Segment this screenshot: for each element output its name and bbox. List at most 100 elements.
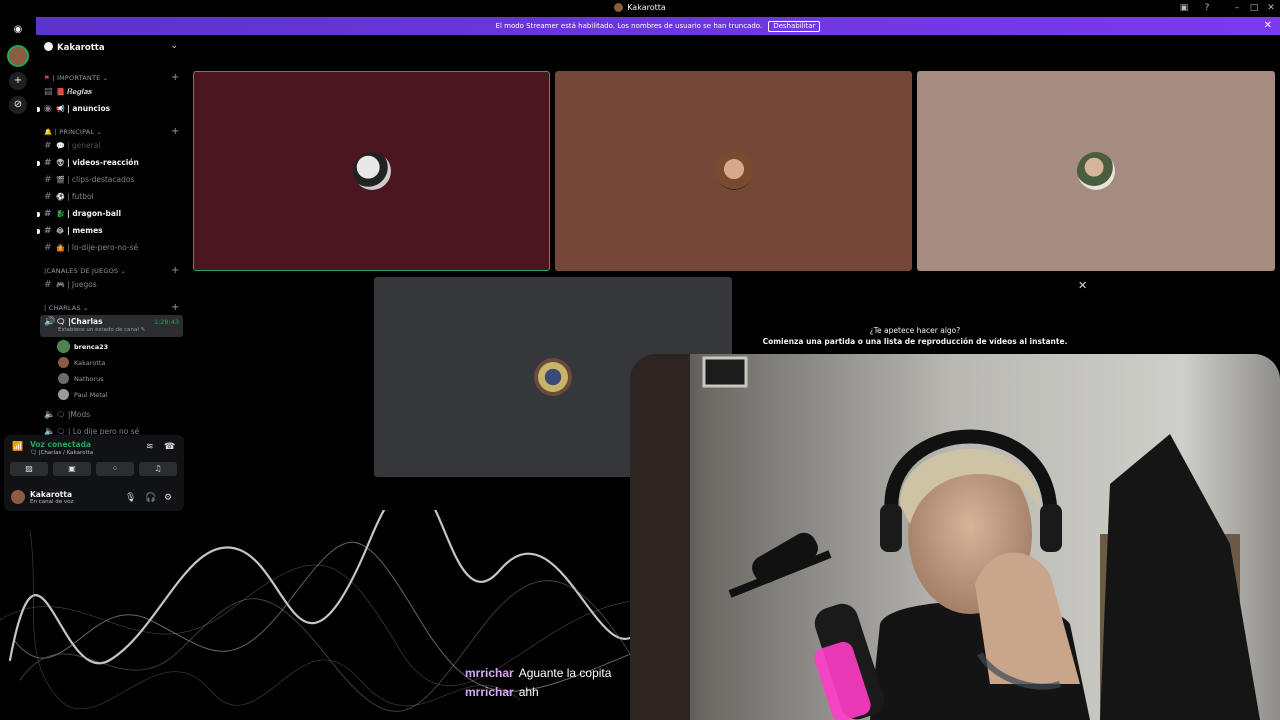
avatar [58, 341, 69, 352]
hash-icon: # [44, 175, 52, 185]
avatar [1077, 152, 1115, 190]
hash-icon: # [44, 209, 52, 219]
activities-button[interactable]: ⁘ [96, 462, 134, 476]
webcam-overlay [630, 354, 1280, 720]
close-window-icon[interactable]: ✕ [1264, 2, 1278, 15]
voice-channel-charlas[interactable]: 🔊🗨 |Charlas 1:28:43 Establece un estado … [40, 315, 183, 337]
voice-user[interactable]: Paul Metal [58, 388, 108, 402]
window-title-bar: Kakarotta ▣ ? – □ ✕ [0, 0, 1280, 17]
camera-off-button[interactable]: ▨ [10, 462, 48, 476]
minimize-icon[interactable]: – [1230, 2, 1244, 15]
avatar [58, 373, 69, 384]
voice-connection-panel: 📶 Voz conectada 🗨 |Charlas / Kakarotta ≋… [4, 435, 184, 511]
channel-memes[interactable]: # 😂 | memes [37, 224, 184, 238]
hash-icon: # [44, 192, 52, 202]
chevron-down-icon[interactable]: ⌄ [170, 41, 178, 51]
channel-juegos[interactable]: # 🎮 | Juegos [44, 278, 184, 292]
banner-text: El modo Streamer está habilitado. Los no… [495, 22, 763, 30]
noise-suppression-icon[interactable]: ≋ [146, 442, 154, 452]
chat-username: mrrichar [465, 666, 514, 680]
chat-message: mrrichar ahh [465, 683, 611, 702]
microphone-icon[interactable]: 🎙 [125, 493, 136, 503]
banner-close-icon[interactable]: ✕ [1264, 20, 1272, 31]
avatar [58, 389, 69, 400]
voice-status: Voz conectada [30, 440, 92, 449]
voice-timer: 1:28:43 [153, 318, 179, 326]
chat-username: mrrichar [465, 685, 514, 699]
channel-general[interactable]: # 💬 | general [44, 139, 184, 153]
voice-user[interactable]: Kakarotta [58, 356, 105, 370]
activity-title: ¿Te apetece hacer algo? [869, 326, 961, 335]
maximize-icon[interactable]: □ [1247, 2, 1261, 15]
hash-icon: # [44, 280, 52, 290]
video-tile[interactable] [193, 71, 550, 271]
channel-lo-dije[interactable]: # 🤷 | lo-dije-pero-no-sé [44, 241, 184, 255]
add-channel-icon[interactable]: + [171, 72, 180, 83]
discord-home-icon[interactable]: ◉ [9, 21, 27, 39]
channel-sidebar: Kakarotta ⌄ ⚑ | IMPORTANTE ⌄ + ▤ 📕 𝑹𝒆𝒈𝒍𝒂𝒔 ◉… [36, 35, 188, 435]
hash-icon: # [44, 243, 52, 253]
settings-gear-icon[interactable]: ⚙ [164, 493, 172, 503]
chat-text: ahh [518, 685, 539, 699]
channel-status[interactable]: Establece un estado de canal ✎ [58, 326, 145, 334]
category-principal[interactable]: 🔔 | PRINCIPAL ⌄ + [44, 126, 179, 137]
server-header[interactable]: Kakarotta [44, 42, 105, 53]
discover-icon[interactable]: ⊘ [9, 96, 27, 114]
add-channel-icon[interactable]: + [171, 302, 180, 313]
channel-reglas[interactable]: ▤ 📕 𝑹𝒆𝒈𝒍𝒂𝒔 [44, 85, 184, 99]
stream-chat: mrrichar Aguante la copita mrrichar ahh [465, 664, 611, 702]
channel-futbol[interactable]: # ⚽ | futbol [44, 190, 184, 204]
hash-icon: # [44, 158, 52, 168]
voice-channel-lo-dije[interactable]: 🔈🗨 | Lo dije pero no sé [44, 425, 184, 435]
hash-icon: # [44, 141, 52, 151]
voice-user[interactable]: brenca23 [58, 340, 108, 354]
video-tile[interactable] [917, 71, 1275, 271]
announcement-icon: ◉ [44, 104, 52, 114]
chat-text: Aguante la copita [518, 666, 612, 680]
hash-icon: # [44, 226, 52, 236]
speaker-icon: 🔈 [44, 427, 56, 435]
server-icon [44, 42, 53, 51]
category-importante[interactable]: ⚑ | IMPORTANTE ⌄ + [44, 72, 179, 83]
category-charlas[interactable]: | CHARLAS ⌄ + [44, 302, 179, 313]
voice-user[interactable]: Nathorus [58, 372, 104, 386]
webcam-feed [630, 354, 1280, 720]
voice-channel-path[interactable]: 🗨 |Charlas / Kakarotta [30, 450, 93, 456]
channel-dragon-ball[interactable]: # 🐉 | dragon-ball [37, 207, 184, 221]
add-server-icon[interactable]: + [9, 72, 27, 90]
category-canales-de-juegos[interactable]: |CANALES DE JUEGOS ⌄ + [44, 265, 179, 276]
signal-icon[interactable]: 📶 [12, 442, 23, 452]
help-icon[interactable]: ? [1200, 2, 1214, 15]
chat-message: mrrichar Aguante la copita [465, 664, 611, 683]
avatar [352, 152, 391, 190]
avatar [58, 357, 69, 368]
activity-close-icon[interactable]: ✕ [1078, 279, 1087, 292]
disconnect-icon[interactable]: ☎ [164, 442, 175, 452]
rules-icon: ▤ [44, 87, 53, 97]
speaker-icon: 🔊 [44, 317, 56, 327]
activity-prompt: ¿Te apetece hacer algo? Comienza una par… [740, 325, 1090, 347]
server-kakarotta-icon[interactable] [9, 47, 27, 65]
avatar [714, 152, 753, 190]
screen-share-button[interactable]: ▣ [53, 462, 91, 476]
speaker-icon: 🔈 [44, 410, 56, 420]
soundboard-button[interactable]: ♫ [139, 462, 177, 476]
video-tile[interactable] [555, 71, 912, 271]
voice-channel-mods[interactable]: 🔈🗨 |Mods [44, 408, 184, 422]
window-title: Kakarotta [0, 3, 1280, 12]
channel-videos-reaccion[interactable]: # 👽 | videos-reacción [37, 156, 184, 170]
inbox-icon[interactable]: ▣ [1177, 2, 1191, 15]
streamer-mode-banner: El modo Streamer está habilitado. Los no… [36, 17, 1280, 35]
user-status: En canal de voz [30, 499, 74, 505]
avatar[interactable] [11, 490, 25, 504]
add-channel-icon[interactable]: + [171, 126, 180, 137]
headphones-icon[interactable]: 🎧 [145, 493, 156, 503]
activity-subtitle: Comienza una partida o una lista de repr… [762, 337, 1068, 346]
channel-clips-destacados[interactable]: # 🎬 | clips-destacados [44, 173, 184, 187]
avatar [534, 358, 572, 396]
user-name: Kakarotta [30, 490, 73, 499]
server-avatar-icon [614, 3, 624, 12]
channel-anuncios[interactable]: ◉ 📢 | anuncios [37, 102, 184, 116]
disable-streamer-button[interactable]: Deshabilitar [768, 21, 821, 32]
add-channel-icon[interactable]: + [171, 265, 180, 276]
